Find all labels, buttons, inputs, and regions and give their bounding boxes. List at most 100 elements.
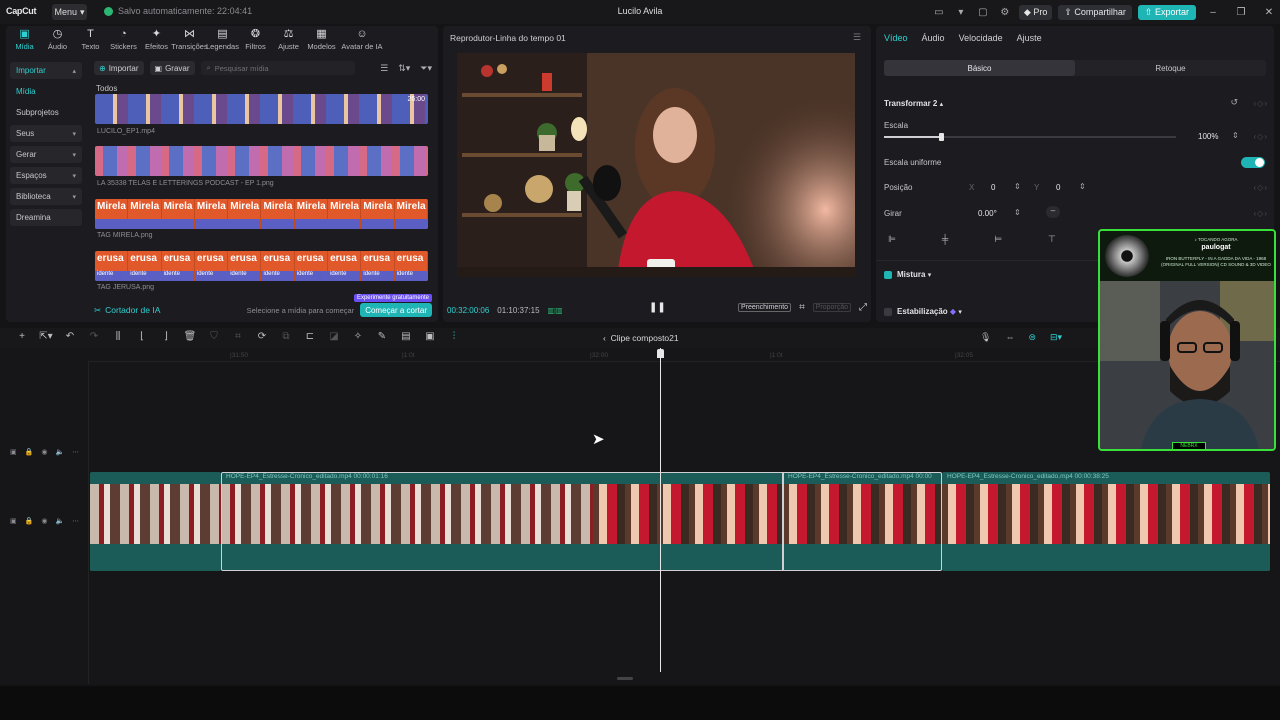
scale-slider-knob[interactable] [939,133,945,141]
align-center-h-icon[interactable]: ╪ [942,234,948,245]
rotate-input[interactable]: 0.00° [978,209,997,218]
tab-audio[interactable]: ◷ Áudio [41,28,74,52]
speed-icon[interactable]: ⟳ [250,331,274,342]
magic-icon[interactable]: ✧ [346,331,370,342]
stabilize-checkbox[interactable] [884,308,892,316]
fullscreen-icon[interactable]: ⤢ [859,302,867,313]
timeline-clip[interactable]: HOPE-EP4_Estresse-Cronico_editado.mp4 00… [942,472,1270,571]
media-thumbnail[interactable]: 26:00 [95,94,428,124]
tab-adjust[interactable]: ⚖ Ajuste [272,28,305,52]
split-icon[interactable]: ⫼ [106,331,130,342]
snap-icon[interactable]: ⊟▾ [1050,332,1062,343]
microphone-icon[interactable]: 🎙 [980,332,991,343]
sidebar-item-spaces[interactable]: Espaços ▾ [10,167,82,184]
rotate-dial-icon[interactable]: – [1046,206,1060,218]
tab-ai-avatar[interactable]: ☺ Avatar de IA [338,28,386,52]
monitor-icon[interactable]: ▢ [975,5,991,19]
ratio-button[interactable]: Proporção [812,303,851,312]
trim-left-icon[interactable]: ⌊ [130,331,154,342]
tab-media[interactable]: ▣ Mídia [8,28,41,52]
mirror-icon[interactable]: ◪ [322,331,346,342]
copy-icon[interactable]: ⧉ [274,331,298,342]
sidebar-item-library[interactable]: Biblioteca ▾ [10,188,82,205]
pen-icon[interactable]: ✎ [370,331,394,342]
scale-value[interactable]: 100% [1198,132,1218,141]
menu-icon[interactable]: ☰ [853,32,861,43]
eye-icon[interactable]: ◉ [41,448,47,456]
sidebar-item-subprojects[interactable]: Subprojetos [10,104,82,121]
export-button[interactable]: ⇧ Exportar [1137,4,1196,20]
share-button[interactable]: ⇪ Compartilhar [1058,4,1132,20]
tab-filters[interactable]: ❂ Filtros [239,28,272,52]
media-thumbnail[interactable]: erusa idente erusa idente erusa idente erusa id… [95,251,428,281]
sidebar-item-dreamina[interactable]: Dreamina [10,209,82,226]
sort-icon[interactable]: ⇅▾ [398,63,410,74]
crop-icon[interactable]: ⌗ [799,302,805,313]
import-button[interactable]: ⊕ Importar [94,61,144,75]
caption-icon[interactable]: ▤ [394,331,418,342]
speaker-icon[interactable]: 🔈 [55,448,64,456]
blend-header[interactable]: Mistura ▾ [897,270,931,279]
video-preview[interactable] [457,53,855,277]
sidebar-item-media[interactable]: Mídia [10,83,82,100]
keyframe-icon[interactable]: ‹◇› [1254,99,1268,108]
ai-cutter-link[interactable]: ✂ Cortador de IA [94,305,160,316]
trim-right-icon[interactable]: ⌋ [154,331,178,342]
speaker-icon[interactable]: 🔈 [55,517,64,525]
playhead[interactable] [657,348,664,672]
pause-icon[interactable]: ❚❚ [649,302,666,313]
scale-slider[interactable] [884,133,1176,141]
maximize-icon[interactable]: ❐ [1230,7,1252,18]
record-button[interactable]: ▣ Gravar [149,61,195,75]
link-icon[interactable]: ⇔ [1005,332,1014,343]
more-icon[interactable]: ⋯ [72,448,79,456]
tab-effects[interactable]: ✦ Efeitos [140,28,173,52]
keyframe-icon[interactable]: ‹◇› [1254,132,1268,141]
lock-icon[interactable]: 🔒 [25,448,34,456]
waveform-icon[interactable]: ▥▥ [548,306,563,315]
start-cutting-button[interactable]: Experimente gratuitamente Começar a corta… [353,294,432,317]
layout-dropdown-icon[interactable]: ▾ [953,5,969,19]
timeline-clip[interactable] [90,472,221,571]
stepper-icon[interactable]: ⇕ [1014,182,1021,191]
tab-basic[interactable]: Básico [884,60,1075,76]
delete-icon[interactable]: 🗑 [178,331,202,342]
track-toggle-icon[interactable]: ▣ [10,517,17,525]
tab-transitions[interactable]: ⋈ Transições [171,28,207,52]
fill-button[interactable]: Preenchimento [737,303,792,312]
tab-audio[interactable]: Áudio [922,33,945,43]
tab-sticker[interactable]: ◔ Stickers [107,28,140,52]
pos-y-input[interactable]: 0 [1056,183,1060,192]
align-right-icon[interactable]: ⊨ [994,234,1002,245]
timeline[interactable]: |31:50 |1:0t |32:00 |1:0t |32:05 ▣ 🔒 ◉ 🔈 ⋯ ▣ 🔒 ◉ 🔈 ⋯… [0,348,1280,684]
media-thumbnail[interactable] [95,146,428,176]
sidebar-item-import[interactable]: Importar ▴ [10,62,82,79]
tab-templates[interactable]: ▦ Modelos [305,28,338,52]
track-toggle-icon[interactable]: ▣ [10,448,17,456]
stepper-icon[interactable]: ⇕ [1232,131,1239,140]
close-icon[interactable]: ✕ [1258,7,1280,18]
align-top-icon[interactable]: ⊤ [1048,234,1056,245]
tab-retouch[interactable]: Retoque [1075,60,1266,76]
tab-text[interactable]: T Texto [74,28,107,52]
stepper-icon[interactable]: ⇕ [1014,208,1021,217]
undo-icon[interactable]: ↶ [58,331,82,342]
tab-adjust[interactable]: Ajuste [1017,33,1042,43]
timeline-scrollbar[interactable] [617,677,633,680]
shield-icon[interactable]: ⛉ [202,331,226,342]
tab-captions[interactable]: ▤ Legendas [206,28,239,52]
more-icon[interactable]: ⋯ [72,517,79,525]
settings-icon[interactable]: ⚙ [997,5,1013,19]
audio-wave-icon[interactable]: ⫶ [442,331,466,342]
media-thumbnail[interactable]: Mirela Mirela Mirela Mirela Mirela Mirela Mire… [95,199,428,229]
sidebar-item-yours[interactable]: Seus ▾ [10,125,82,142]
tab-speed[interactable]: Velocidade [959,33,1003,43]
search-input[interactable]: ⌕ Pesquisar mídia [200,61,355,75]
compound-clip-breadcrumb[interactable]: ‹ Clipe composto21 [603,333,679,343]
pos-x-input[interactable]: 0 [991,183,995,192]
layout-icon[interactable]: ▭ [931,5,947,19]
stepper-icon[interactable]: ⇕ [1079,182,1086,191]
uniform-scale-toggle[interactable] [1241,157,1265,168]
pro-button[interactable]: ◆ Pro [1018,4,1053,20]
sidebar-item-generate[interactable]: Gerar ▾ [10,146,82,163]
